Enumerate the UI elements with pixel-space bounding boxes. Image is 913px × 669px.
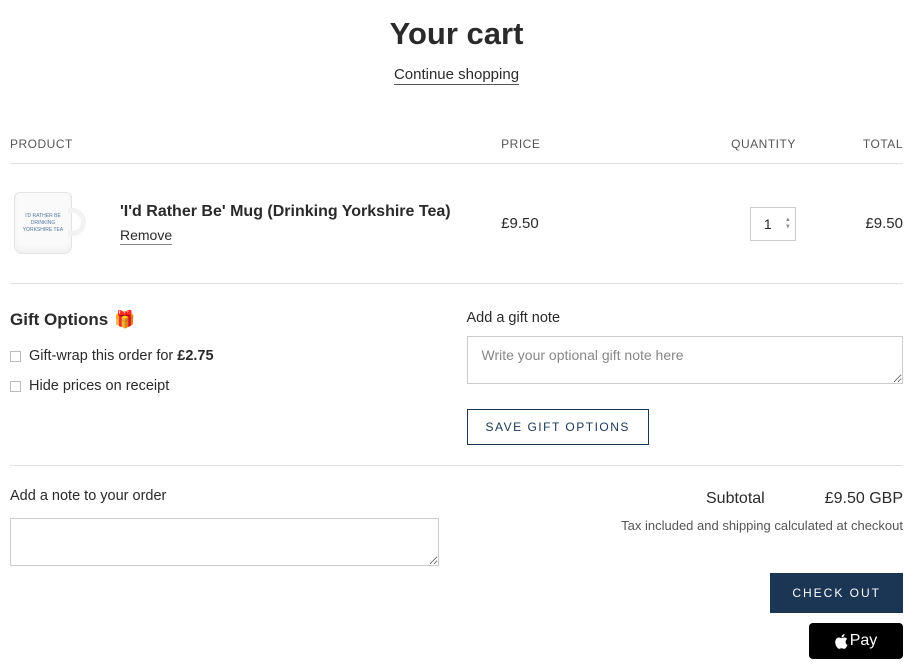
gift-icon: 🎁 (114, 310, 135, 330)
gift-note-label: Add a gift note (467, 310, 904, 326)
quantity-value: 1 (751, 216, 785, 232)
hide-prices-option[interactable]: Hide prices on receipt (10, 378, 447, 394)
col-header-product: PRODUCT (10, 125, 501, 164)
apple-logo-icon (835, 634, 848, 649)
subtotal-label: Subtotal (706, 490, 765, 508)
gift-wrap-checkbox[interactable] (10, 351, 21, 362)
product-imprint-line: I'D RATHER BE (25, 213, 61, 220)
remove-link[interactable]: Remove (120, 227, 172, 245)
continue-shopping-link[interactable]: Continue shopping (394, 66, 519, 85)
subtotal-value: £9.50 GBP (825, 490, 903, 508)
gift-wrap-label: Gift-wrap this order for £2.75 (29, 348, 214, 364)
gift-options-heading: Gift Options 🎁 (10, 310, 447, 330)
product-image[interactable]: I'D RATHER BE DRINKING YORKSHIRE TEA (10, 186, 90, 261)
hide-prices-checkbox[interactable] (10, 381, 21, 392)
order-note-textarea[interactable] (10, 518, 439, 566)
item-price: £9.50 (501, 164, 635, 284)
gift-wrap-prefix: Gift-wrap this order for (29, 348, 177, 364)
chevron-up-icon[interactable]: ▲ (785, 217, 791, 223)
gift-options-heading-text: Gift Options (10, 310, 108, 330)
product-imprint-line: DRINKING (31, 220, 55, 227)
gift-wrap-price: £2.75 (177, 348, 213, 364)
col-header-total: TOTAL (796, 125, 903, 164)
hide-prices-label: Hide prices on receipt (29, 378, 169, 394)
col-header-price: PRICE (501, 125, 635, 164)
page-title: Your cart (10, 16, 903, 52)
checkout-button[interactable]: CHECK OUT (770, 573, 903, 613)
cart-table: PRODUCT PRICE QUANTITY TOTAL I'D RATHER … (10, 125, 903, 284)
gift-wrap-option[interactable]: Gift-wrap this order for £2.75 (10, 348, 447, 364)
gift-note-textarea[interactable] (467, 336, 904, 384)
chevron-down-icon[interactable]: ▼ (785, 224, 791, 230)
order-note-label: Add a note to your order (10, 488, 439, 504)
apple-pay-button[interactable]: Pay (809, 623, 903, 659)
apple-pay-text: Pay (850, 632, 878, 650)
product-name[interactable]: 'I'd Rather Be' Mug (Drinking Yorkshire … (120, 203, 451, 221)
quantity-stepper[interactable]: 1 ▲ ▼ (750, 207, 796, 241)
product-imprint-line: YORKSHIRE TEA (23, 227, 63, 234)
save-gift-options-button[interactable]: SAVE GIFT OPTIONS (467, 409, 649, 445)
tax-shipping-note: Tax included and shipping calculated at … (459, 518, 903, 533)
table-row: I'D RATHER BE DRINKING YORKSHIRE TEA 'I'… (10, 164, 903, 284)
gift-options-section: Gift Options 🎁 Gift-wrap this order for … (10, 284, 903, 466)
item-total: £9.50 (796, 164, 903, 284)
col-header-quantity: QUANTITY (635, 125, 796, 164)
